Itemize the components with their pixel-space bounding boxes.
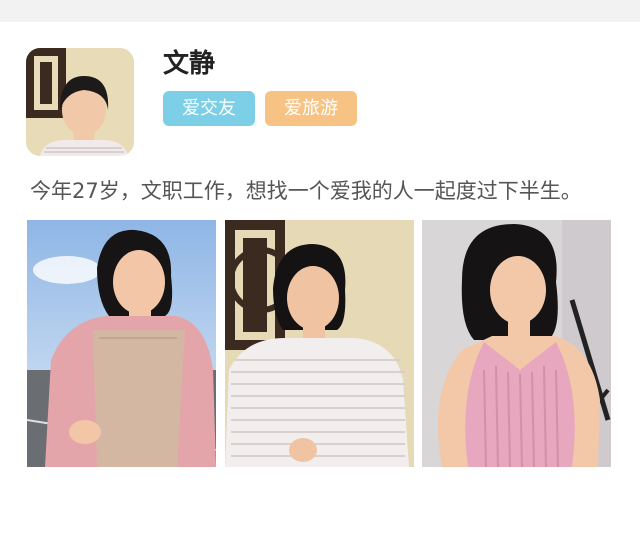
tag-love-travel[interactable]: 爱旅游 xyxy=(265,91,357,126)
profile-name: 文静 xyxy=(163,49,216,79)
top-divider-strip xyxy=(0,0,640,22)
profile-bio: 今年27岁，文职工作，想找一个爱我的人一起度过下半生。 xyxy=(30,179,582,203)
gallery-photo-2[interactable] xyxy=(225,220,414,467)
profile-avatar[interactable] xyxy=(26,48,134,156)
tag-love-making-friends[interactable]: 爱交友 xyxy=(163,91,255,126)
photo-pink-cardigan-icon xyxy=(27,220,216,467)
photo-striped-top-icon xyxy=(225,220,414,467)
gallery-photo-1[interactable] xyxy=(27,220,216,467)
person-portrait-icon xyxy=(26,48,134,156)
photo-pink-halter-icon xyxy=(422,220,611,467)
gallery-photo-3[interactable] xyxy=(422,220,611,467)
